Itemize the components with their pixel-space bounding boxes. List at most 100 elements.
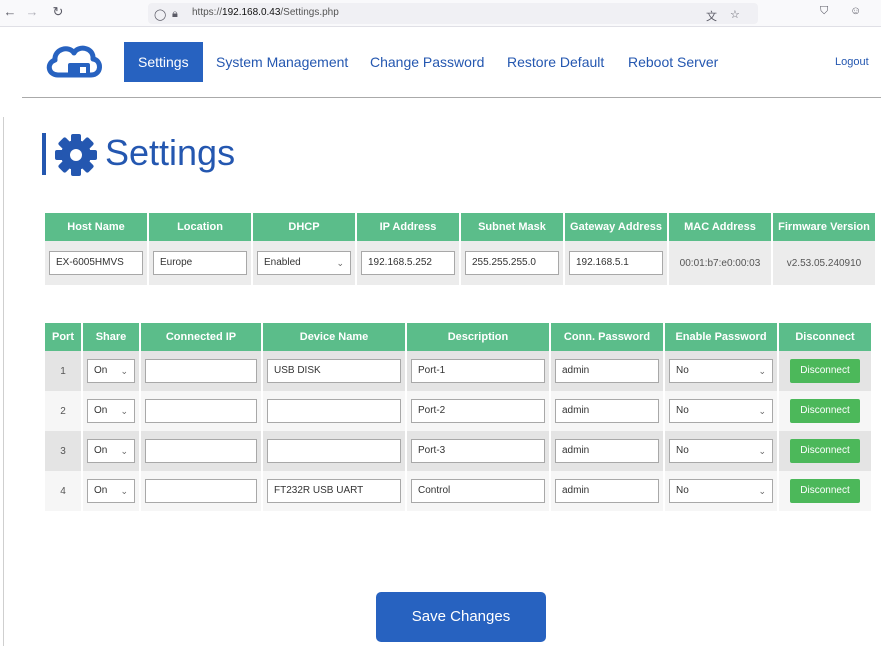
shield-icon: ◯ (154, 9, 167, 21)
forward-arrow-icon[interactable]: → (24, 4, 40, 19)
enable-password-select[interactable]: No ⌄ (669, 479, 773, 503)
enable-password-select[interactable]: No ⌄ (669, 359, 773, 383)
disconnect-button[interactable]: Disconnect (790, 479, 860, 503)
chevron-down-icon: ⌄ (758, 366, 766, 376)
description-cell: Control (407, 471, 549, 511)
url-host: 192.168.0.43 (222, 7, 281, 18)
device-name-cell: USB DISK (263, 351, 405, 391)
nav-reboot-server[interactable]: Reboot Server (628, 42, 718, 82)
header-device-name: Device Name (263, 323, 405, 351)
connected-ip-input[interactable] (145, 439, 257, 463)
port-header-row: Port Share Connected IP Device Name Desc… (45, 323, 871, 351)
description-cell: Port-1 (407, 351, 549, 391)
chevron-down-icon: ⌄ (120, 406, 128, 416)
disconnect-button[interactable]: Disconnect (790, 359, 860, 383)
description-input[interactable]: Port-3 (411, 439, 545, 463)
header-enable-password: Enable Password (665, 323, 777, 351)
disconnect-cell: Disconnect (779, 391, 871, 431)
conn-password-input[interactable]: admin (555, 479, 659, 503)
account-icon[interactable]: ☺ (850, 5, 861, 17)
translate-icon[interactable]: 文 (706, 8, 717, 24)
cloud-usb-logo-icon (46, 45, 102, 78)
cell-dhcp: Enabled ⌄ (253, 241, 355, 285)
conn-password-input[interactable]: admin (555, 399, 659, 423)
reload-icon[interactable]: ↻ (50, 4, 66, 20)
enable-password-cell: No ⌄ (665, 351, 777, 391)
description-input[interactable]: Port-1 (411, 359, 545, 383)
header-disconnect: Disconnect (779, 323, 871, 351)
port-table: Port Share Connected IP Device Name Desc… (43, 323, 873, 511)
device-name-input[interactable] (267, 439, 401, 463)
connected-ip-cell (141, 351, 261, 391)
conn-password-input[interactable]: admin (555, 439, 659, 463)
disconnect-button[interactable]: Disconnect (790, 439, 860, 463)
chevron-down-icon: ⌄ (120, 366, 128, 376)
location-input[interactable]: Europe (153, 251, 247, 275)
pocket-icon[interactable]: ⛉ (820, 5, 828, 18)
nav-settings[interactable]: Settings (124, 42, 203, 82)
dhcp-select[interactable]: Enabled ⌄ (257, 251, 351, 275)
port-row: 2 On ⌄ Port-2 admin No ⌄ Disconnect (45, 391, 871, 431)
address-bar[interactable]: ◯ 🔒︎ https://192.168.0.43/Settings.php 文… (148, 3, 758, 24)
port-row: 4 On ⌄ FT232R USB UART Control admin No ⌄ … (45, 471, 871, 511)
description-input[interactable]: Port-2 (411, 399, 545, 423)
conn-password-input[interactable]: admin (555, 359, 659, 383)
logout-link[interactable]: Logout (835, 42, 869, 82)
port-row: 3 On ⌄ Port-3 admin No ⌄ Disconnect (45, 431, 871, 471)
info-header-row: Host Name Location DHCP IP Address Subne… (45, 213, 875, 241)
port-row: 1 On ⌄ USB DISK Port-1 admin No ⌄ Disconne… (45, 351, 871, 391)
host-name-input[interactable]: EX-6005HMVS (49, 251, 143, 275)
conn-password-cell: admin (551, 351, 663, 391)
lock-icon[interactable]: 🔒︎ (172, 8, 178, 21)
header-share: Share (83, 323, 139, 351)
disconnect-cell: Disconnect (779, 471, 871, 511)
chevron-down-icon: ⌄ (120, 446, 128, 456)
share-select[interactable]: On ⌄ (87, 439, 135, 463)
gateway-input[interactable]: 192.168.5.1 (569, 251, 663, 275)
enable-password-select[interactable]: No ⌄ (669, 399, 773, 423)
page-title: Settings (105, 132, 236, 173)
header-port: Port (45, 323, 81, 351)
header-description: Description (407, 323, 549, 351)
chevron-down-icon: ⌄ (758, 406, 766, 416)
ip-address-input[interactable]: 192.168.5.252 (361, 251, 455, 275)
enable-password-cell: No ⌄ (665, 471, 777, 511)
save-changes-button[interactable]: Save Changes (376, 592, 546, 642)
enable-password-value: No (676, 365, 689, 376)
device-name-input[interactable]: FT232R USB UART (267, 479, 401, 503)
header-dhcp: DHCP (253, 213, 355, 241)
share-select[interactable]: On ⌄ (87, 359, 135, 383)
share-select-value: On (94, 445, 108, 456)
url-text: https://192.168.0.43/Settings.php (192, 7, 339, 18)
description-cell: Port-2 (407, 391, 549, 431)
disconnect-cell: Disconnect (779, 431, 871, 471)
enable-password-select[interactable]: No ⌄ (669, 439, 773, 463)
device-name-input[interactable] (267, 399, 401, 423)
nav-system-management[interactable]: System Management (216, 42, 348, 82)
chevron-down-icon: ⌄ (336, 258, 344, 268)
nav-change-password[interactable]: Change Password (370, 42, 484, 82)
enable-password-cell: No ⌄ (665, 431, 777, 471)
disconnect-button[interactable]: Disconnect (790, 399, 860, 423)
connected-ip-input[interactable] (145, 359, 257, 383)
share-select[interactable]: On ⌄ (87, 399, 135, 423)
header-gateway-address: Gateway Address (565, 213, 667, 241)
connected-ip-input[interactable] (145, 479, 257, 503)
connected-ip-cell (141, 391, 261, 431)
nav-restore-default[interactable]: Restore Default (507, 42, 604, 82)
browser-toolbar: ← → ↻ ◯ 🔒︎ https://192.168.0.43/Settings… (0, 0, 881, 27)
connected-ip-input[interactable] (145, 399, 257, 423)
cell-gateway: 192.168.5.1 (565, 241, 667, 285)
conn-password-cell: admin (551, 471, 663, 511)
description-cell: Port-3 (407, 431, 549, 471)
mac-address-value: 00:01:b7:e0:00:03 (669, 241, 771, 285)
share-select-value: On (94, 365, 108, 376)
share-select[interactable]: On ⌄ (87, 479, 135, 503)
device-name-input[interactable]: USB DISK (267, 359, 401, 383)
description-input[interactable]: Control (411, 479, 545, 503)
cell-subnet-mask: 255.255.255.0 (461, 241, 563, 285)
back-arrow-icon[interactable]: ← (2, 4, 18, 19)
bookmark-star-icon[interactable]: ☆ (730, 8, 740, 21)
port-rows: 1 On ⌄ USB DISK Port-1 admin No ⌄ Disconne… (45, 351, 871, 511)
subnet-mask-input[interactable]: 255.255.255.0 (465, 251, 559, 275)
